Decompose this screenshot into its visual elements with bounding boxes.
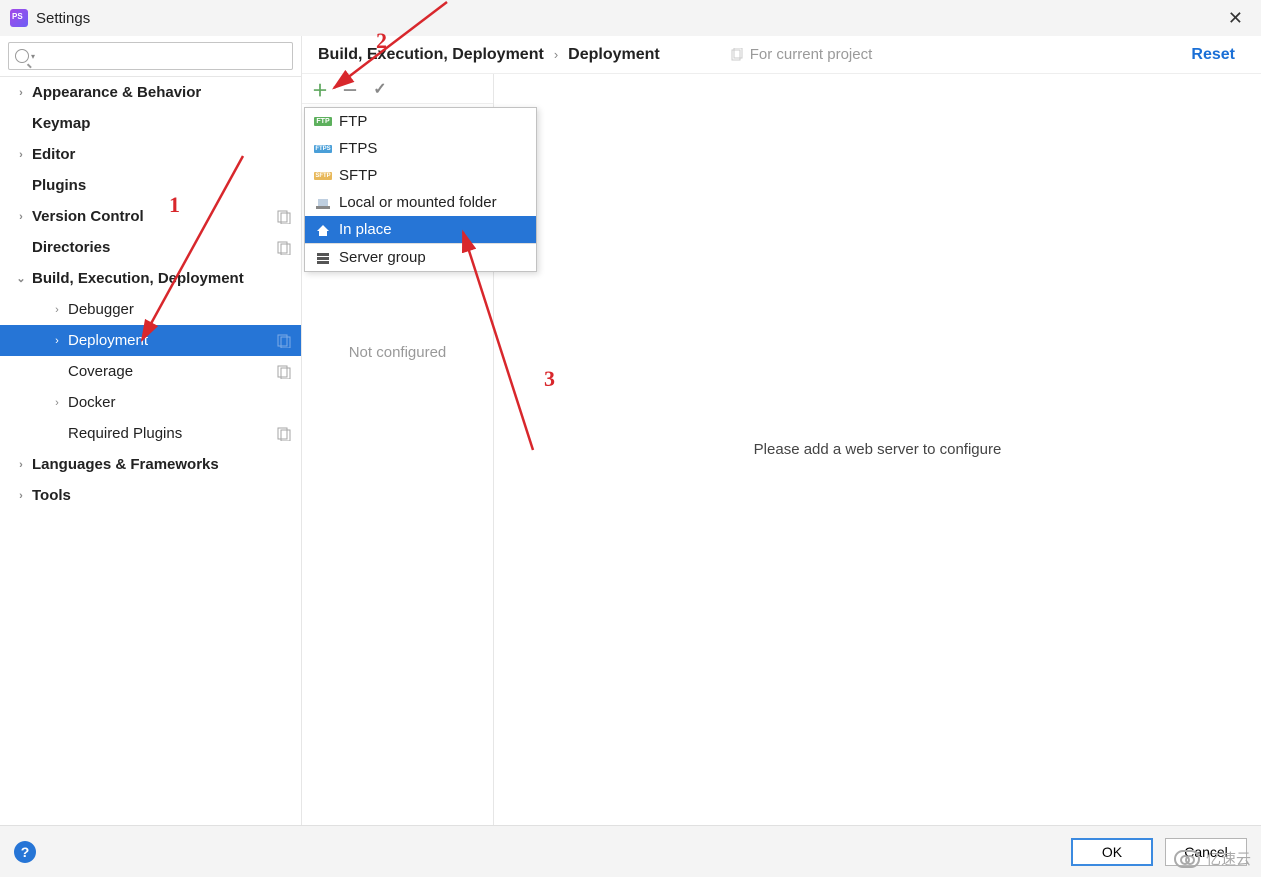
sidebar-item-languages-frameworks[interactable]: › Languages & Frameworks	[0, 449, 301, 480]
chevron-icon: ›	[52, 335, 62, 347]
popup-item-local-or-mounted-folder[interactable]: Local or mounted folder	[305, 189, 536, 216]
chevron-icon: ›	[16, 149, 26, 161]
chevron-icon: ›	[16, 211, 26, 223]
sidebar-item-appearance-behavior[interactable]: › Appearance & Behavior	[0, 77, 301, 108]
help-button[interactable]: ?	[14, 841, 36, 863]
ftp-icon: FTP	[315, 115, 331, 129]
project-badge-icon	[277, 365, 291, 379]
project-badge-icon	[277, 210, 291, 224]
popup-item-label: In place	[339, 221, 392, 238]
detail-panel: Please add a web server to configure	[494, 74, 1261, 825]
sidebar-item-label: Coverage	[68, 363, 133, 380]
sidebar-item-editor[interactable]: › Editor	[0, 139, 301, 170]
dialog-footer: ? OK Cancel	[0, 825, 1261, 877]
sftp-icon: SFTP	[315, 169, 331, 183]
sidebar-item-version-control[interactable]: › Version Control	[0, 201, 301, 232]
add-server-popup: FTP FTP FTPS FTPS SFTP SFTP Local or mounted f…	[304, 107, 537, 272]
chevron-icon: ›	[52, 304, 62, 316]
close-icon[interactable]: ✕	[1220, 6, 1251, 31]
sidebar-item-label: Directories	[32, 239, 110, 256]
check-button[interactable]	[372, 81, 388, 97]
sidebar-item-docker[interactable]: › Docker	[0, 387, 301, 418]
sidebar-item-label: Debugger	[68, 301, 134, 318]
popup-item-in-place[interactable]: In place	[305, 216, 536, 243]
sidebar-item-label: Editor	[32, 146, 75, 163]
sidebar-item-label: Required Plugins	[68, 425, 182, 442]
watermark-icon	[1174, 850, 1200, 868]
sidebar-item-label: Tools	[32, 487, 71, 504]
popup-item-label: Local or mounted folder	[339, 194, 497, 211]
search-input[interactable]: ▾	[8, 42, 293, 70]
popup-item-label: Server group	[339, 249, 426, 266]
project-badge-icon	[277, 334, 291, 348]
chevron-icon: ⌄	[16, 272, 26, 285]
copy-icon	[730, 48, 744, 62]
popup-item-ftp[interactable]: FTP FTP	[305, 108, 536, 135]
breadcrumb-root[interactable]: Build, Execution, Deployment	[318, 46, 544, 64]
sidebar-item-directories[interactable]: Directories	[0, 232, 301, 263]
sidebar-item-keymap[interactable]: Keymap	[0, 108, 301, 139]
sidebar-item-label: Plugins	[32, 177, 86, 194]
sidebar-item-label: Languages & Frameworks	[32, 456, 219, 473]
popup-item-sftp[interactable]: SFTP SFTP	[305, 162, 536, 189]
ftps-icon: FTPS	[315, 142, 331, 156]
search-wrap: ▾	[0, 36, 301, 77]
window-title: Settings	[36, 10, 90, 27]
sidebar-item-label: Keymap	[32, 115, 90, 132]
home-icon	[315, 223, 331, 237]
body: ▾ › Appearance & Behavior Keymap › Editor Plu…	[0, 36, 1261, 825]
sidebar-item-debugger[interactable]: › Debugger	[0, 294, 301, 325]
server-icon	[315, 251, 331, 265]
popup-item-label: SFTP	[339, 167, 377, 184]
ok-button[interactable]: OK	[1071, 838, 1153, 866]
project-badge-icon	[277, 241, 291, 255]
list-toolbar: ＋ －	[302, 74, 493, 104]
folder-icon	[315, 196, 331, 210]
sidebar-item-build-execution-deployment[interactable]: ⌄ Build, Execution, Deployment	[0, 263, 301, 294]
app-icon	[10, 9, 28, 27]
sidebar-item-label: Docker	[68, 394, 116, 411]
not-configured-label: Not configured	[302, 344, 493, 361]
popup-item-ftps[interactable]: FTPS FTPS	[305, 135, 536, 162]
search-icon	[15, 49, 29, 63]
chevron-icon: ›	[16, 459, 26, 471]
breadcrumb: Build, Execution, Deployment › Deploymen…	[302, 36, 1261, 74]
sidebar-item-label: Appearance & Behavior	[32, 84, 201, 101]
watermark: 亿速云	[1174, 848, 1251, 869]
placeholder-text: Please add a web server to configure	[754, 441, 1002, 458]
popup-item-label: FTP	[339, 113, 367, 130]
sidebar-item-tools[interactable]: › Tools	[0, 480, 301, 511]
watermark-text: 亿速云	[1206, 848, 1251, 869]
remove-button[interactable]: －	[342, 81, 358, 97]
sidebar-item-required-plugins[interactable]: Required Plugins	[0, 418, 301, 449]
chevron-right-icon: ›	[554, 47, 558, 62]
for-project-hint: For current project	[730, 46, 873, 63]
for-project-label: For current project	[750, 46, 873, 63]
sidebar-item-coverage[interactable]: Coverage	[0, 356, 301, 387]
sidebar-item-label: Version Control	[32, 208, 144, 225]
title-bar: Settings ✕	[0, 0, 1261, 36]
reset-button[interactable]: Reset	[1191, 46, 1245, 64]
chevron-icon: ›	[52, 397, 62, 409]
popup-item-label: FTPS	[339, 140, 377, 157]
sidebar-item-plugins[interactable]: Plugins	[0, 170, 301, 201]
chevron-icon: ›	[16, 87, 26, 99]
chevron-icon: ›	[16, 490, 26, 502]
project-badge-icon	[277, 427, 291, 441]
breadcrumb-leaf: Deployment	[568, 46, 660, 64]
sidebar-item-deployment[interactable]: › Deployment	[0, 325, 301, 356]
sidebar-item-label: Build, Execution, Deployment	[32, 270, 244, 287]
sidebar-item-label: Deployment	[68, 332, 148, 349]
popup-item-server-group[interactable]: Server group	[305, 244, 536, 271]
settings-sidebar: ▾ › Appearance & Behavior Keymap › Editor Plu…	[0, 36, 302, 825]
search-dropdown-icon: ▾	[31, 52, 35, 61]
add-button[interactable]: ＋	[312, 81, 328, 97]
